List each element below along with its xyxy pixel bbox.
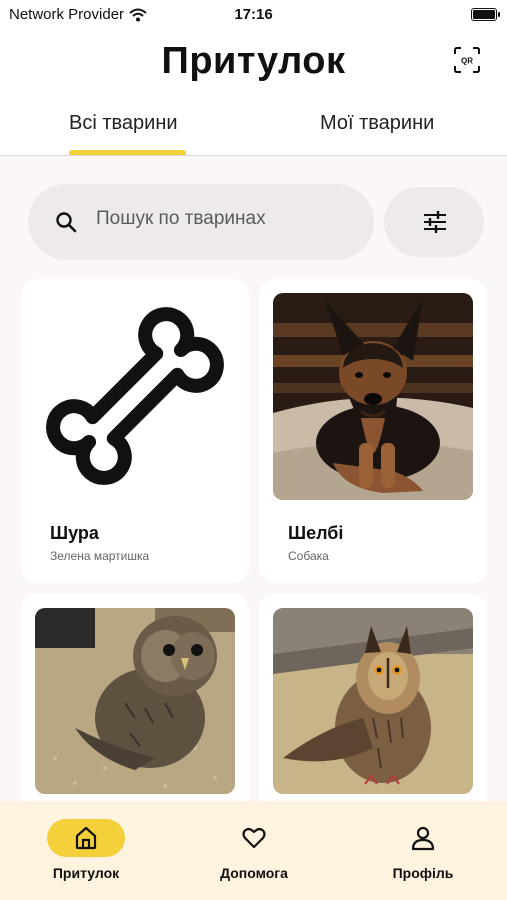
animal-species: Зелена мартишка — [50, 549, 150, 563]
user-icon — [411, 826, 435, 851]
animal-card[interactable]: Шура Зелена мартишка — [21, 279, 249, 583]
search-input[interactable] — [96, 204, 356, 234]
nav-item-profile[interactable]: Профіль — [373, 801, 473, 900]
animal-card[interactable] — [259, 594, 487, 814]
qr-label: QR — [461, 57, 473, 66]
page-title: Притулок — [161, 40, 346, 82]
animal-species: Собака — [288, 549, 329, 563]
animal-photo — [273, 608, 473, 794]
owl-photo — [35, 608, 235, 794]
filter-sliders-icon — [424, 211, 446, 233]
dog-photo — [273, 293, 473, 500]
status-bar: Network Provider 17:16 — [0, 0, 507, 30]
search-icon — [56, 212, 77, 233]
qr-scan-icon[interactable]: QR — [453, 46, 481, 74]
heart-icon — [242, 827, 266, 849]
bottom-navigation: Притулок Допомога Профіль — [0, 801, 507, 900]
battery-icon — [471, 8, 500, 21]
nav-item-shelter[interactable]: Притулок — [36, 801, 136, 900]
animal-name: Шелбі — [288, 523, 344, 543]
animal-card[interactable]: Шелбі Собака — [259, 279, 487, 583]
animal-card[interactable] — [21, 594, 249, 814]
bone-icon — [46, 307, 224, 485]
filter-button[interactable] — [384, 187, 484, 257]
animal-photo — [35, 608, 235, 794]
tab-bar: Всі тварини Мої тварини — [0, 110, 507, 156]
animal-photo — [35, 293, 235, 500]
search-box[interactable] — [28, 184, 374, 260]
nav-label-shelter: Притулок — [52, 865, 120, 881]
animal-photo — [273, 293, 473, 500]
nav-item-help[interactable]: Допомога — [204, 801, 304, 900]
header: Притулок QR Всі тварини Мої тварини — [0, 30, 507, 156]
nav-label-help: Допомога — [220, 865, 288, 881]
home-icon — [75, 826, 97, 850]
status-time: 17:16 — [234, 6, 273, 23]
tab-my-animals[interactable]: Мої тварини — [320, 112, 434, 135]
nav-label-profile: Профіль — [392, 865, 454, 881]
active-tab-indicator — [69, 150, 186, 155]
animal-name: Шура — [50, 523, 99, 543]
long-eared-owl-photo — [273, 608, 473, 794]
tab-all-animals[interactable]: Всі тварини — [69, 112, 178, 135]
